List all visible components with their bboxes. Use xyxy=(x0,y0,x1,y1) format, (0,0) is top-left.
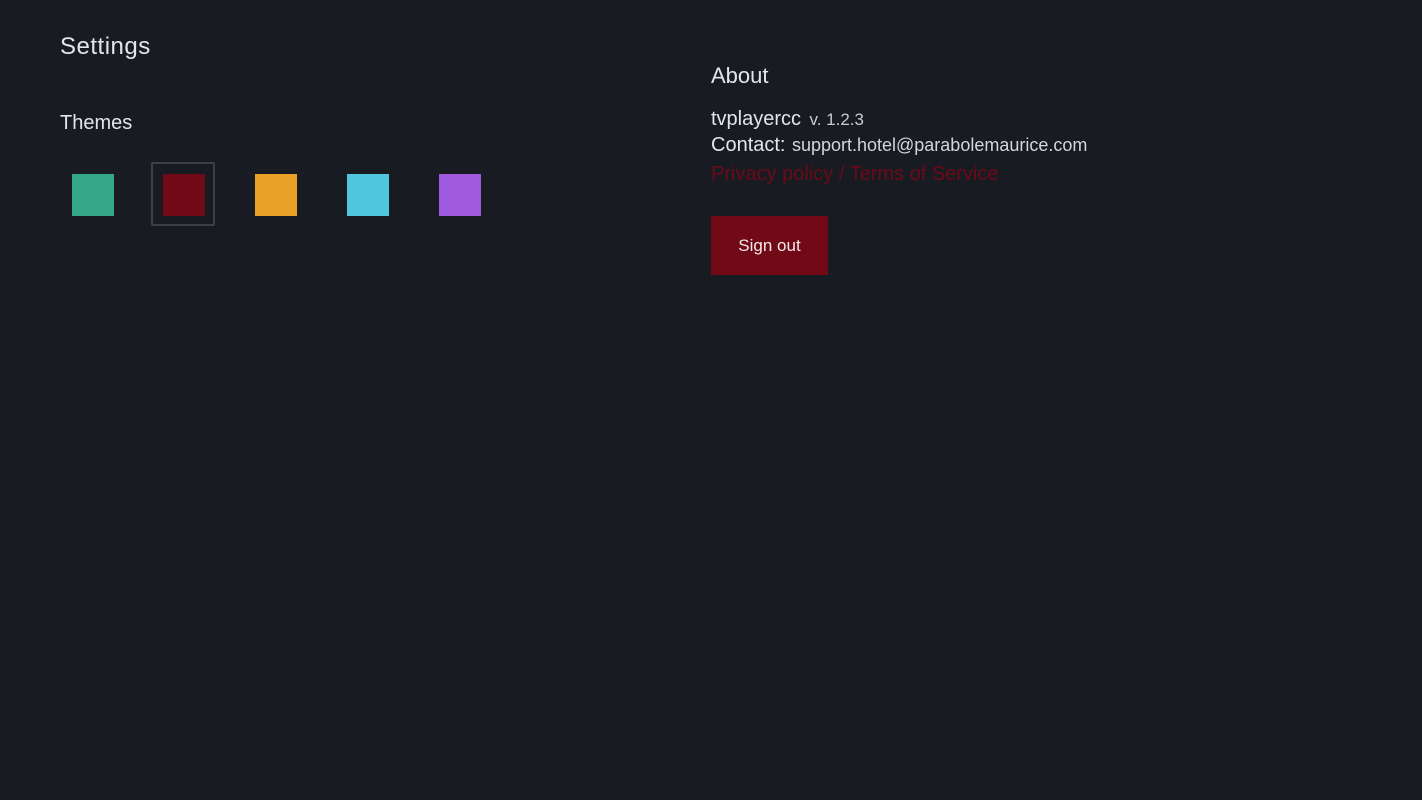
contact-info: Contact: support.hotel@parabolemaurice.c… xyxy=(711,134,1087,157)
theme-swatch-color xyxy=(163,174,205,216)
page-title: Settings xyxy=(60,33,151,60)
privacy-policy-link[interactable]: Privacy policy xyxy=(711,163,833,185)
sign-out-button[interactable]: Sign out xyxy=(711,216,828,275)
contact-label: Contact: xyxy=(711,134,786,156)
theme-swatch-list xyxy=(60,162,500,228)
theme-swatch-color xyxy=(347,174,389,216)
theme-swatch-teal[interactable] xyxy=(60,162,124,226)
settings-screen: Settings Themes About tvplayercc v. 1.2.… xyxy=(0,0,1422,800)
theme-swatch-color xyxy=(439,174,481,216)
theme-swatch-amber[interactable] xyxy=(243,162,307,226)
link-separator: / xyxy=(833,163,850,185)
terms-of-service-link[interactable]: Terms of Service xyxy=(850,163,999,185)
theme-swatch-color xyxy=(255,174,297,216)
legal-links: Privacy policy / Terms of Service xyxy=(711,162,999,186)
app-info: tvplayercc v. 1.2.3 xyxy=(711,108,864,131)
about-heading: About xyxy=(711,63,769,88)
theme-swatch-crimson[interactable] xyxy=(151,162,215,226)
app-name: tvplayercc xyxy=(711,108,802,130)
app-version: v. 1.2.3 xyxy=(809,110,864,129)
theme-swatch-color xyxy=(72,174,114,216)
theme-swatch-sky[interactable] xyxy=(335,162,399,226)
theme-swatch-violet[interactable] xyxy=(427,162,491,226)
themes-heading: Themes xyxy=(60,112,133,134)
contact-email: support.hotel@parabolemaurice.com xyxy=(791,135,1088,155)
